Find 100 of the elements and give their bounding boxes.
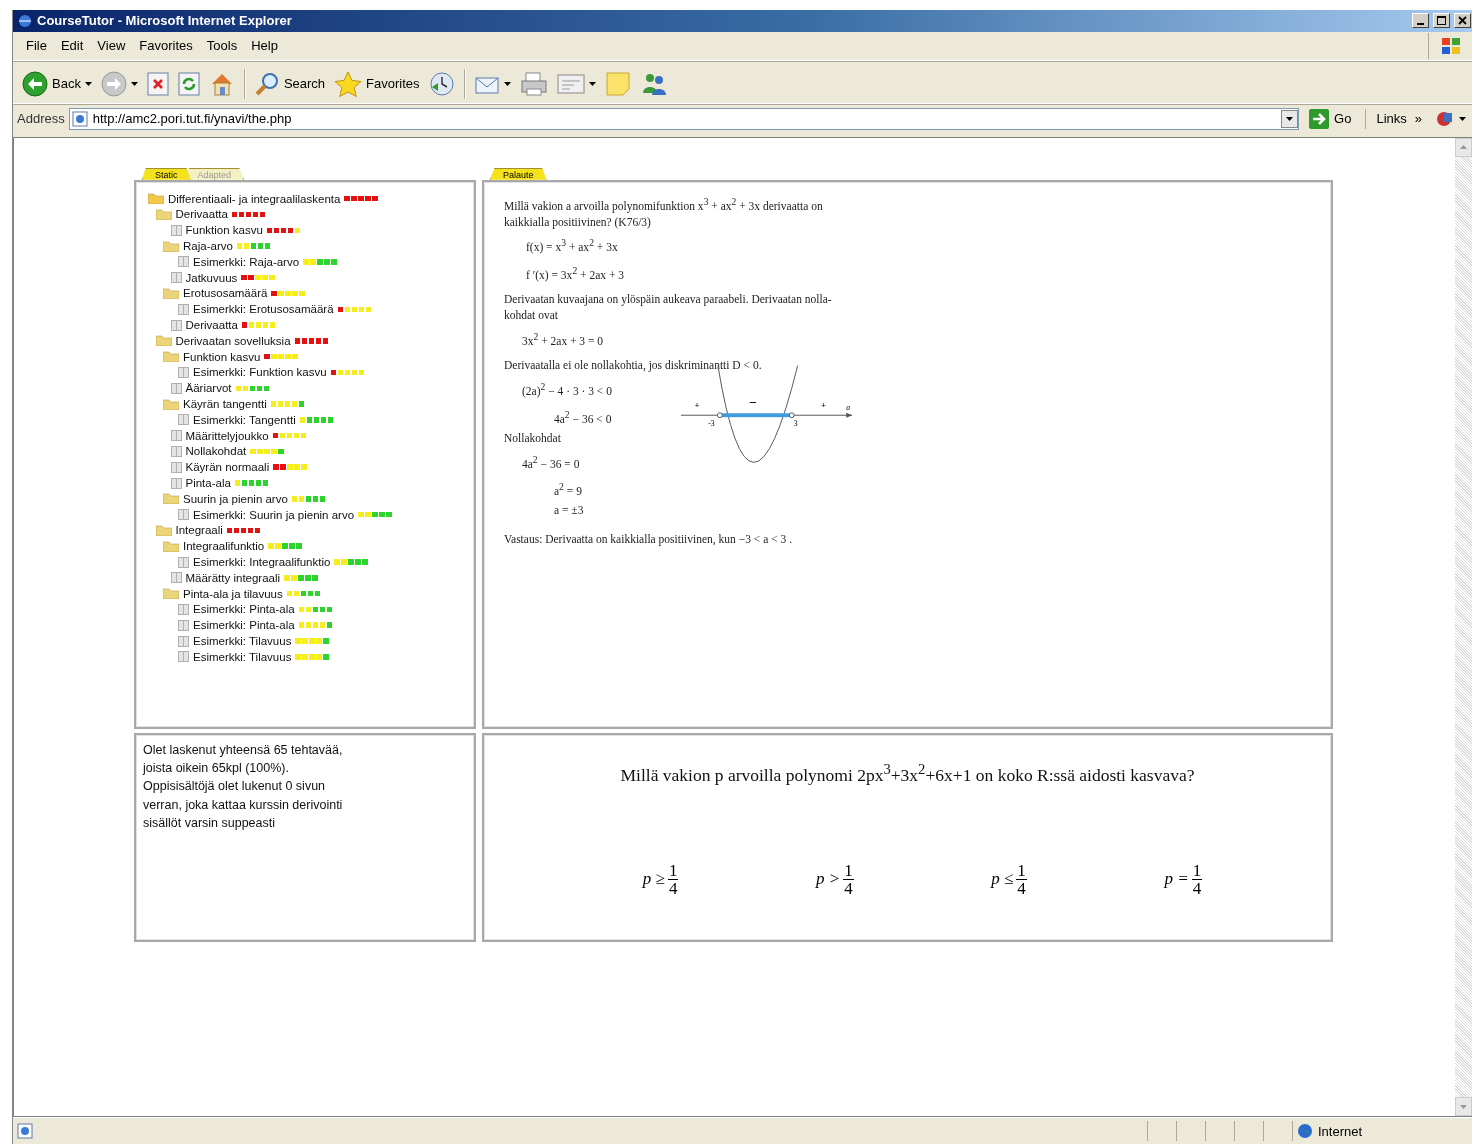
search-button[interactable]: Search xyxy=(250,68,329,99)
folder-icon xyxy=(163,240,179,252)
tree-item[interactable]: Jatkuvuus xyxy=(148,269,474,286)
tree-item[interactable]: Esimerkki: Pinta-ala xyxy=(148,601,474,618)
tree-item[interactable]: Raja-arvo xyxy=(148,238,474,254)
address-field[interactable]: http://amc2.pori.tut.fi/ynavi/the.php xyxy=(68,107,1300,130)
tick-label: -3 xyxy=(708,419,715,429)
tree-item[interactable]: Esimerkki: Pinta-ala xyxy=(148,617,474,634)
tree-item[interactable]: Esimerkki: Integraalifunktio xyxy=(148,554,474,570)
tree-item[interactable]: Integraalifunktio xyxy=(148,538,474,555)
browser-icon xyxy=(17,12,33,29)
folder-icon xyxy=(155,209,172,220)
folder-icon xyxy=(155,335,172,347)
edit-icon xyxy=(556,71,585,96)
page-icon xyxy=(170,445,182,457)
menu-item[interactable]: Tools xyxy=(199,35,245,57)
folder-icon xyxy=(163,540,179,552)
maximize-icon xyxy=(1437,16,1446,26)
paragraph: Millä vakion a arvoilla polynomifunktion x$^{3}$ + ax$^{2}$ + 3x derivaatta on kaikkialla positiivinen? (K76/3) xyxy=(504,199,823,228)
tree-item[interactable]: Esimerkki: Raja-arvo xyxy=(148,254,474,270)
page-icon xyxy=(178,603,189,615)
tree-item[interactable]: Esimerkki: Suurin ja pienin arvo xyxy=(148,506,474,523)
menu-item[interactable]: File xyxy=(19,35,54,57)
tree-item[interactable]: Suurin ja pienin arvo xyxy=(148,490,474,507)
caret-icon xyxy=(1459,116,1466,121)
tree-item[interactable]: Esimerkki: Tilavuus xyxy=(148,633,474,649)
note-icon xyxy=(604,70,631,97)
caret-icon xyxy=(1286,116,1294,121)
caret-icon xyxy=(130,81,138,86)
sign-label: + xyxy=(821,400,826,411)
page-icon xyxy=(170,382,182,394)
menu-item[interactable]: View xyxy=(90,35,133,57)
paragraph: Derivaatan kuvaajana on ylöspäin aukeava paraabeli. Derivaatan nolla-kohdat ovat xyxy=(504,293,832,322)
equation: a$^{2}$ = 9 xyxy=(554,485,582,498)
favorites-button[interactable]: Favorites xyxy=(331,68,423,99)
window-title: CourseTutor - Microsoft Internet Explorer xyxy=(37,13,293,29)
close-button[interactable] xyxy=(1454,13,1471,29)
folder-icon xyxy=(163,351,179,363)
page-icon xyxy=(178,366,189,378)
page-icon xyxy=(71,110,88,127)
tree-item[interactable]: Differentiaali- ja integraalilaskenta xyxy=(148,190,474,207)
tree-item[interactable]: Esimerkki: Tilavuus xyxy=(148,648,474,665)
equation: a = ±3 xyxy=(554,504,584,517)
tab[interactable]: Palaute xyxy=(490,167,547,180)
scroll-down-button[interactable] xyxy=(1455,1097,1472,1117)
refresh-icon xyxy=(177,71,200,96)
folder-icon xyxy=(163,493,179,505)
back-button[interactable]: Back xyxy=(19,68,95,99)
tree-item[interactable]: Erotusosamäärä xyxy=(148,285,474,302)
tree-item[interactable]: Esimerkki: Tangentti xyxy=(148,411,474,428)
caret-icon xyxy=(84,81,92,86)
tree-item[interactable]: Funktion kasvu xyxy=(148,348,474,365)
page-icon xyxy=(178,414,189,426)
equation: 4a$^{2}$ − 36 < 0 xyxy=(554,412,612,425)
tree-item[interactable]: Määrätty integraali xyxy=(148,569,474,586)
scroll-up-button[interactable] xyxy=(1455,137,1472,157)
open-point xyxy=(716,412,723,419)
tree-item[interactable]: Derivaatta xyxy=(148,206,474,223)
tree-item[interactable]: Derivaatan sovelluksia xyxy=(148,332,474,349)
summary-text: Olet laskenut yhteensä 65 tehtavää, xyxy=(143,741,344,759)
links-button[interactable]: Links » xyxy=(1370,111,1428,127)
menu-item[interactable]: Edit xyxy=(53,35,91,57)
page-icon xyxy=(178,635,189,647)
printer-icon xyxy=(519,70,548,97)
maximize-button[interactable] xyxy=(1433,13,1450,29)
question-text: Millä vakion p arvoilla polynomi 2px$^{3}$+3x$^{2}$+6x+1 on koko R:ssä aidosti kasvava? xyxy=(619,759,1196,786)
go-button[interactable]: Go xyxy=(1303,108,1367,129)
sign-label: − xyxy=(749,395,757,411)
caret-icon xyxy=(503,81,511,86)
page-icon xyxy=(178,556,189,568)
menu-item[interactable]: Help xyxy=(244,35,285,57)
tree-item[interactable]: Nollakohdat xyxy=(148,443,474,460)
page-icon xyxy=(170,572,182,584)
tree-item[interactable]: Derivaatta xyxy=(148,317,474,333)
page-icon xyxy=(170,272,182,284)
minimize-icon xyxy=(1417,22,1424,25)
tree-item[interactable]: Funktion kasvu xyxy=(148,222,474,239)
tree-item[interactable]: Esimerkki: Funktion kasvu xyxy=(148,364,474,381)
tree-item[interactable]: Integraali xyxy=(148,522,474,539)
dropdown-button[interactable] xyxy=(1281,109,1299,128)
zone-label: Internet xyxy=(1318,1123,1363,1139)
minimize-button[interactable] xyxy=(1412,13,1429,29)
equation: (2a)$^{2}$ − 4 · 3 · 3 < 0 xyxy=(522,384,612,397)
summary-text: Oppisisältöjä olet lukenut 0 sivun xyxy=(143,778,327,796)
tab[interactable]: Static xyxy=(142,167,191,180)
tree-item[interactable]: Esimerkki: Erotusosamäärä xyxy=(148,301,474,318)
equation: f ′(x) = 3x$^{2}$ + 2ax + 3 xyxy=(526,269,624,282)
tree-item[interactable]: Määrittelyjoukko xyxy=(148,427,474,444)
equation: 3x$^{2}$ + 2ax + 3 = 0 xyxy=(522,335,604,348)
menu-item[interactable]: Favorites xyxy=(132,35,200,57)
tree-item[interactable]: Pinta-ala xyxy=(148,475,474,491)
tree-item[interactable]: Pinta-ala ja tilavuus xyxy=(148,585,474,602)
equation: f(x) = x$^{3}$ + ax$^{2}$ + 3x xyxy=(526,241,618,254)
tree-item[interactable]: Ääriarvot xyxy=(148,380,474,397)
tree-item[interactable]: Käyrän tangentti xyxy=(148,396,474,412)
page-icon xyxy=(178,256,189,268)
answer-text: Vastaus: Derivaatta on kaikkialla positiivinen, kun −3 < a < 3 . xyxy=(504,533,793,546)
tree-item[interactable]: Käyrän normaali xyxy=(148,459,474,476)
summary-text: verran, joka kattaa kurssin derivointi xyxy=(143,796,344,814)
page-icon xyxy=(170,319,182,331)
